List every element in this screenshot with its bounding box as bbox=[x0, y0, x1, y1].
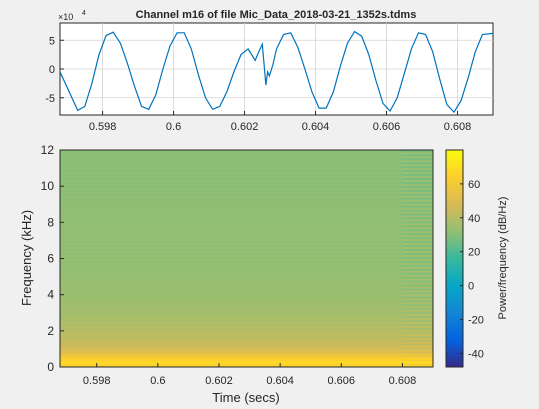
waveform-exponent-label: ×10 bbox=[58, 12, 73, 22]
colorbar-tick-label: -20 bbox=[468, 315, 484, 327]
spectrogram-xlabel: Time (secs) bbox=[212, 390, 279, 405]
spectrogram-x-tick-label: 0.606 bbox=[328, 375, 356, 387]
waveform-title: Channel m16 of file Mic_Data_2018-03-21_… bbox=[136, 9, 417, 21]
spectrogram-x-tick-label: 0.6 bbox=[150, 375, 165, 387]
spectrogram-y-tick-label: 6 bbox=[47, 252, 54, 266]
waveform-x-tick-label: 0.608 bbox=[444, 121, 472, 133]
colorbar-tick-label: 60 bbox=[468, 179, 480, 191]
figure: Channel m16 of file Mic_Data_2018-03-21_… bbox=[0, 0, 539, 409]
spectrogram-y-tick-label: 10 bbox=[41, 179, 55, 193]
spectrogram-y-tick-label: 2 bbox=[47, 324, 54, 338]
spectrogram-x-tick-label: 0.608 bbox=[389, 375, 417, 387]
spectrogram-image bbox=[60, 150, 434, 368]
colorbar bbox=[445, 149, 464, 368]
colorbar-tick-label: 20 bbox=[468, 247, 480, 259]
waveform-x-tick-label: 0.602 bbox=[231, 121, 259, 133]
colorbar-tick-label: 0 bbox=[468, 281, 474, 293]
waveform-x-tick-label: 0.604 bbox=[302, 121, 330, 133]
spectrogram-ylabel: Frequency (kHz) bbox=[19, 210, 34, 306]
colorbar-tick-label: -40 bbox=[468, 348, 484, 360]
colorbar-label: Power/frequency (dB/Hz) bbox=[497, 197, 509, 320]
waveform-x-tick-label: 0.606 bbox=[373, 121, 401, 133]
spectrogram-x-tick-label: 0.602 bbox=[205, 375, 233, 387]
spectrogram-y-tick-label: 8 bbox=[47, 215, 54, 229]
waveform-y-tick-label: 5 bbox=[49, 35, 55, 47]
spectrogram-y-tick-label: 12 bbox=[41, 143, 55, 157]
colorbar-tick-label: 40 bbox=[468, 213, 480, 225]
waveform-exponent-power: 4 bbox=[82, 10, 86, 17]
spectrogram-x-tick-label: 0.598 bbox=[83, 375, 111, 387]
waveform-y-tick-label: -5 bbox=[45, 93, 55, 105]
spectrogram-y-tick-label: 0 bbox=[47, 360, 54, 374]
waveform-x-tick-label: 0.598 bbox=[89, 121, 117, 133]
spectrogram-x-tick-label: 0.604 bbox=[266, 375, 294, 387]
spectrogram-y-tick-label: 4 bbox=[47, 288, 54, 302]
waveform-y-tick-label: 0 bbox=[49, 64, 55, 76]
waveform-x-tick-label: 0.6 bbox=[166, 121, 181, 133]
